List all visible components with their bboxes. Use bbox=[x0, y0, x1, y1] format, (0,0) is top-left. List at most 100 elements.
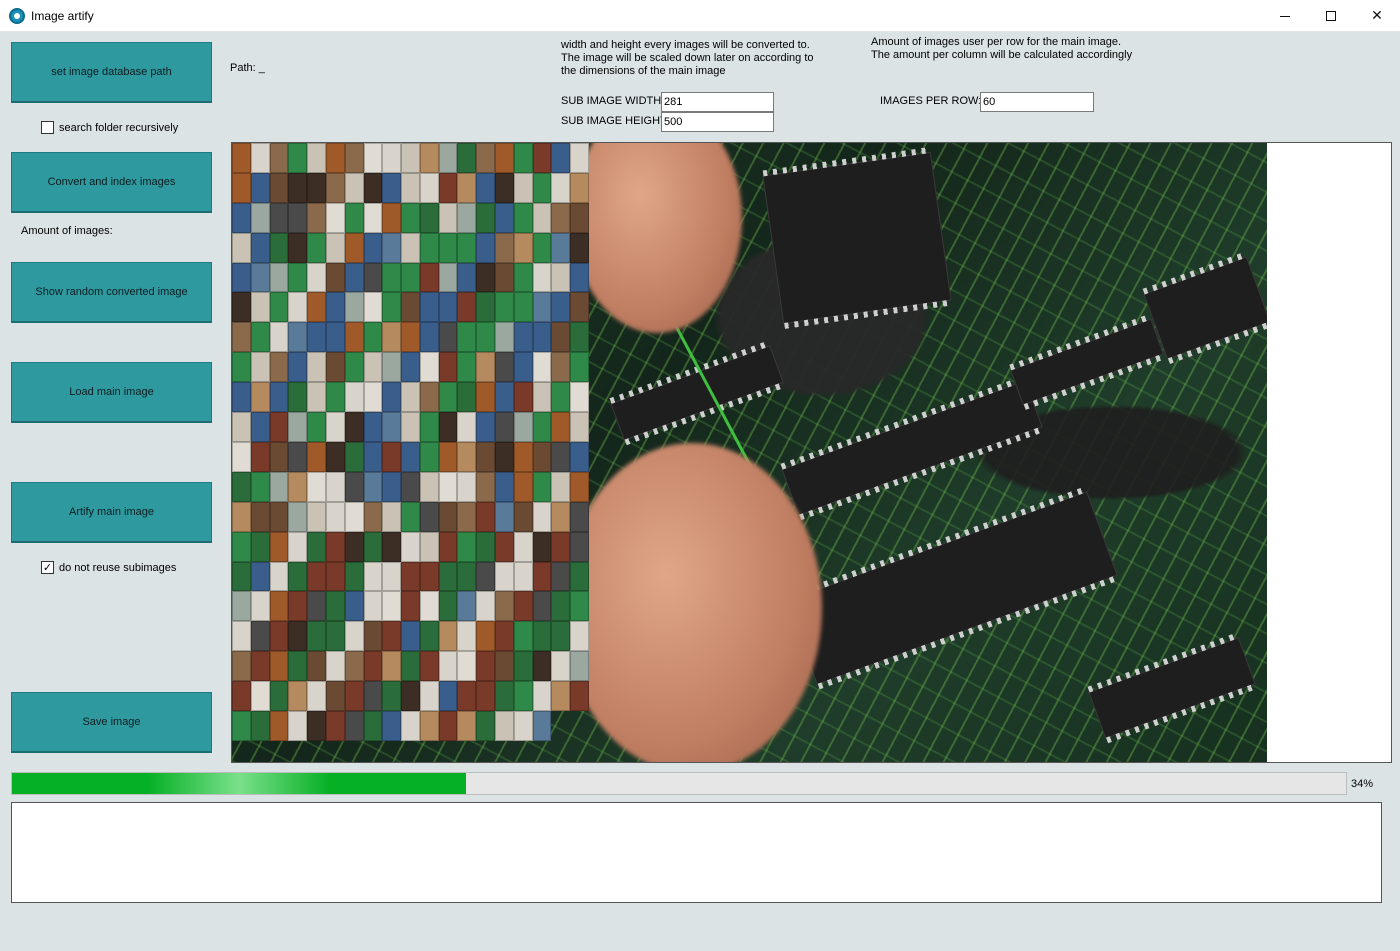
no-reuse-checkbox[interactable]: ✓ bbox=[41, 561, 54, 574]
mosaic-tile bbox=[513, 143, 533, 173]
mosaic-tile bbox=[382, 621, 402, 652]
mosaic-tile bbox=[551, 681, 571, 712]
mosaic-tile bbox=[401, 352, 420, 383]
artify-main-image-button[interactable]: Artify main image bbox=[11, 482, 212, 543]
mosaic-tile bbox=[401, 681, 420, 712]
mosaic-tile bbox=[438, 501, 458, 532]
mosaic-tile bbox=[269, 501, 289, 532]
mosaic-tile bbox=[269, 711, 289, 741]
mosaic-tile bbox=[344, 651, 364, 682]
mosaic-tile bbox=[513, 681, 533, 712]
mosaic-tile bbox=[307, 172, 326, 203]
mosaic-tile bbox=[419, 561, 439, 592]
load-main-image-button[interactable]: Load main image bbox=[11, 362, 212, 423]
mosaic-tile bbox=[307, 471, 326, 502]
mosaic-tile bbox=[532, 143, 552, 173]
mosaic-tile bbox=[438, 292, 458, 323]
mosaic-tile bbox=[495, 232, 514, 263]
chip-shape bbox=[610, 345, 784, 441]
maximize-button[interactable] bbox=[1308, 0, 1354, 32]
mosaic-tile bbox=[532, 681, 552, 712]
close-button[interactable]: ✕ bbox=[1354, 0, 1400, 32]
mosaic-tile bbox=[551, 621, 571, 652]
mosaic-tile bbox=[307, 352, 326, 383]
mosaic-tile bbox=[232, 531, 251, 562]
mosaic-tile bbox=[513, 441, 533, 472]
mosaic-tile bbox=[532, 262, 552, 293]
mosaic-tile bbox=[401, 143, 420, 173]
no-reuse-option[interactable]: ✓ do not reuse subimages bbox=[41, 561, 176, 574]
mosaic-tile bbox=[438, 711, 458, 741]
mosaic-tile bbox=[344, 441, 364, 472]
mosaic-tile bbox=[382, 322, 402, 353]
mosaic-tile bbox=[363, 322, 383, 353]
mosaic-tile bbox=[307, 441, 326, 472]
mosaic-tile bbox=[250, 172, 270, 203]
mosaic-tile bbox=[551, 232, 571, 263]
output-log[interactable] bbox=[11, 802, 1382, 903]
subimage-height-input[interactable] bbox=[661, 112, 774, 132]
mosaic-tile bbox=[551, 441, 571, 472]
minimize-button[interactable] bbox=[1262, 0, 1308, 32]
mosaic-tile bbox=[476, 232, 496, 263]
mosaic-tile bbox=[288, 322, 308, 353]
mosaic-tile bbox=[570, 202, 589, 233]
convert-index-button[interactable]: Convert and index images bbox=[11, 152, 212, 213]
save-image-button[interactable]: Save image bbox=[11, 692, 212, 753]
mosaic-tile bbox=[419, 501, 439, 532]
mosaic-tile bbox=[232, 322, 251, 353]
mosaic-tile bbox=[476, 621, 496, 652]
mosaic-tile bbox=[307, 531, 326, 562]
chip-shape bbox=[1010, 318, 1164, 406]
mosaic-tile bbox=[438, 322, 458, 353]
images-per-row-input[interactable] bbox=[980, 92, 1094, 112]
mosaic-tile bbox=[513, 591, 533, 622]
subimage-width-input[interactable] bbox=[661, 92, 774, 112]
mosaic-tile bbox=[570, 292, 589, 323]
mosaic-tile bbox=[457, 322, 477, 353]
mosaic-tile bbox=[232, 172, 251, 203]
mosaic-tile bbox=[288, 531, 308, 562]
mosaic-tile bbox=[288, 441, 308, 472]
mosaic-tile bbox=[532, 382, 552, 413]
mosaic-tile bbox=[438, 471, 458, 502]
mosaic-tile bbox=[232, 382, 251, 413]
mosaic-tile bbox=[551, 322, 571, 353]
mosaic-tile bbox=[307, 143, 326, 173]
mosaic-tile bbox=[419, 711, 439, 741]
set-database-path-button[interactable]: set image database path bbox=[11, 42, 212, 103]
mosaic-tile bbox=[513, 202, 533, 233]
window-title: Image artify bbox=[31, 9, 94, 23]
mosaic-tile bbox=[438, 352, 458, 383]
mosaic-tile bbox=[307, 621, 326, 652]
mosaic-tile bbox=[401, 591, 420, 622]
mosaic-tile bbox=[288, 352, 308, 383]
mosaic-tile bbox=[401, 232, 420, 263]
mosaic-tile bbox=[382, 681, 402, 712]
mosaic-tile bbox=[250, 651, 270, 682]
no-reuse-label: do not reuse subimages bbox=[59, 561, 177, 574]
mosaic-tile bbox=[232, 352, 251, 383]
mosaic-tile bbox=[269, 621, 289, 652]
mosaic-tile bbox=[325, 262, 345, 293]
mosaic-tile bbox=[532, 292, 552, 323]
search-recursive-option[interactable]: search folder recursively bbox=[41, 121, 178, 134]
mosaic-tile bbox=[419, 441, 439, 472]
mosaic-tile bbox=[401, 651, 420, 682]
mosaic-tile bbox=[401, 711, 420, 741]
mosaic-tile bbox=[495, 591, 514, 622]
mosaic-tile bbox=[307, 292, 326, 323]
search-recursive-checkbox[interactable] bbox=[41, 121, 54, 134]
mosaic-tile bbox=[250, 711, 270, 741]
mosaic-tile bbox=[269, 531, 289, 562]
mosaic-tile bbox=[495, 202, 514, 233]
mosaic-tile bbox=[325, 711, 345, 741]
mosaic-tile bbox=[513, 621, 533, 652]
mosaic-tile bbox=[325, 651, 345, 682]
mosaic-tile bbox=[419, 471, 439, 502]
hand-shape bbox=[562, 443, 822, 762]
show-random-image-button[interactable]: Show random converted image bbox=[11, 262, 212, 323]
mosaic-tile bbox=[250, 471, 270, 502]
mosaic-tile bbox=[438, 382, 458, 413]
mosaic-tile bbox=[513, 711, 533, 741]
